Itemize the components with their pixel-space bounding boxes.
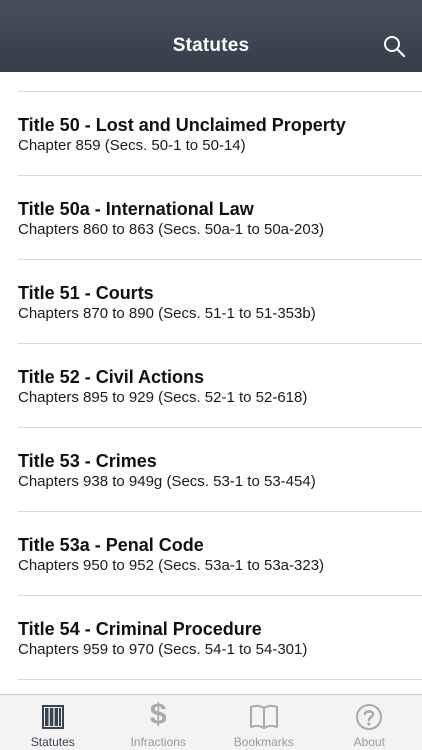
list-item[interactable]: Title 53 - Crimes Chapters 938 to 949g (… xyxy=(18,428,422,512)
tab-infractions[interactable]: $ Infractions xyxy=(106,695,212,750)
list-item[interactable]: Title 51 - Courts Chapters 870 to 890 (S… xyxy=(18,260,422,344)
dollar-icon: $ xyxy=(149,698,167,731)
book-columns-icon xyxy=(41,705,64,729)
question-icon xyxy=(356,704,383,730)
list-item-title: Title 53a - Penal Code xyxy=(18,535,204,555)
list-item-title: Title 54 - Criminal Procedure xyxy=(18,619,262,639)
tab-bar: Statutes $ Infractions Bookmarks About xyxy=(0,694,422,750)
list-item[interactable]: Title 54 - Criminal Procedure Chapters 9… xyxy=(18,596,422,680)
tab-label: About xyxy=(353,735,385,749)
list-item[interactable]: Title 52 - Civil Actions Chapters 895 to… xyxy=(18,344,422,428)
list-item-subtitle: Chapters 895 to 929 (Secs. 52-1 to 52-61… xyxy=(18,389,308,406)
open-book-icon xyxy=(249,704,278,729)
tab-label: Infractions xyxy=(130,735,186,749)
search-icon[interactable] xyxy=(382,34,406,58)
tab-statutes[interactable]: Statutes xyxy=(0,695,106,750)
tab-about[interactable]: About xyxy=(317,695,422,750)
list-item-title: Title 50a - International Law xyxy=(18,199,254,219)
list-item[interactable]: Title 53a - Penal Code Chapters 950 to 9… xyxy=(18,512,422,596)
list-item-title: Title 53 - Crimes xyxy=(18,451,157,471)
list-item-title: Title 52 - Civil Actions xyxy=(18,367,205,387)
list-item-subtitle: Chapters 959 to 970 (Secs. 54-1 to 54-30… xyxy=(18,641,308,658)
tab-label: Bookmarks xyxy=(233,735,294,749)
list-item-subtitle: Chapter 859 (Secs. 50-1 to 50-14) xyxy=(18,137,246,154)
statutes-list[interactable]: Title 50 - Lost and Unclaimed Property C… xyxy=(0,72,422,694)
tab-label: Statutes xyxy=(30,735,75,749)
list-item-subtitle: Chapters 938 to 949g (Secs. 53-1 to 53-4… xyxy=(18,473,316,490)
tab-bookmarks[interactable]: Bookmarks xyxy=(211,695,317,750)
page-title: Statutes xyxy=(172,35,250,56)
navigation-bar: Statutes xyxy=(0,0,422,72)
list-item-title: Title 50 - Lost and Unclaimed Property xyxy=(18,115,346,135)
list-item-subtitle: Chapters 870 to 890 (Secs. 51-1 to 51-35… xyxy=(18,305,316,322)
list-item-partial[interactable] xyxy=(18,72,422,92)
list-item[interactable]: Title 50a - International Law Chapters 8… xyxy=(18,176,422,260)
list-item-subtitle: Chapters 860 to 863 (Secs. 50a-1 to 50a-… xyxy=(18,221,325,238)
list-item[interactable]: Title 50 - Lost and Unclaimed Property C… xyxy=(18,92,422,176)
list-item-subtitle: Chapters 950 to 952 (Secs. 53a-1 to 53a-… xyxy=(18,557,325,574)
list-item-title: Title 51 - Courts xyxy=(18,283,154,303)
